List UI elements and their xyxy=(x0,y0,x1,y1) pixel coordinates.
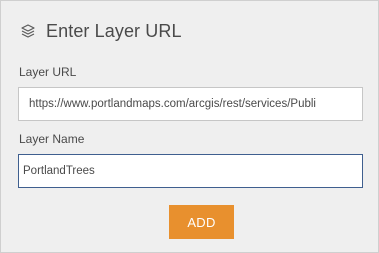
add-button[interactable]: ADD xyxy=(169,205,234,239)
layers-icon xyxy=(19,22,37,40)
layer-name-input[interactable] xyxy=(18,154,363,188)
enter-layer-url-panel: Enter Layer URL Layer URL Layer Name ADD xyxy=(0,0,379,253)
layer-name-label: Layer Name xyxy=(19,132,85,146)
layer-url-input[interactable] xyxy=(18,87,363,121)
panel-title: Enter Layer URL xyxy=(46,20,182,41)
layer-url-label: Layer URL xyxy=(19,65,77,79)
panel-header: Enter Layer URL xyxy=(19,19,182,43)
